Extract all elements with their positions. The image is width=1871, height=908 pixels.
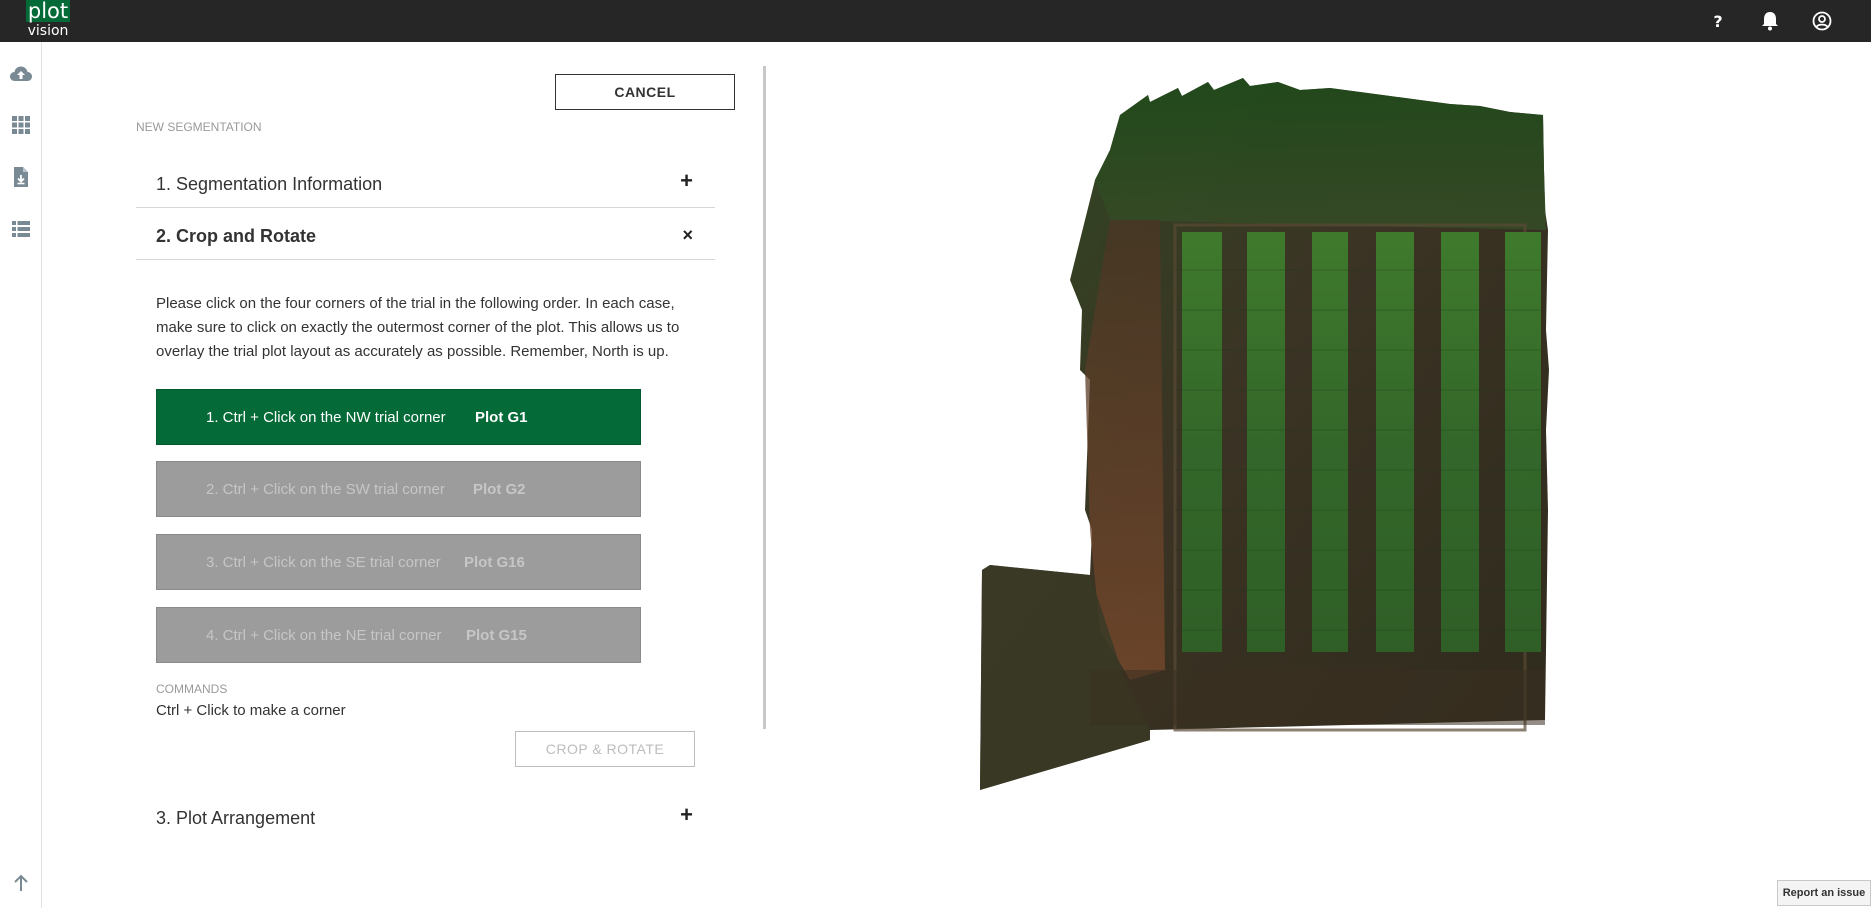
section-title: 3. Plot Arrangement [156, 808, 316, 828]
page-subtitle: NEW SEGMENTATION [136, 120, 262, 134]
crop-rotate-button[interactable]: CROP & ROTATE [515, 731, 695, 767]
orthomosaic-map[interactable] [960, 70, 1740, 810]
section-title: 2. Crop and Rotate [156, 226, 317, 246]
question-mark-icon[interactable]: ? [1706, 9, 1730, 33]
arrow-up-icon[interactable] [8, 870, 34, 896]
section-crop-and-rotate[interactable]: 2. Crop and Rotate × [136, 208, 715, 260]
logo-text-vision: vision [27, 23, 69, 39]
corner-step-label: 3. Ctrl + Click on the SE trial corner [206, 554, 441, 571]
corner-plot-label: Plot G2 [473, 481, 526, 498]
expand-icon[interactable]: + [680, 170, 693, 192]
panel-scrollbar[interactable] [763, 66, 766, 729]
expand-icon[interactable]: + [680, 804, 693, 826]
commands-text: Ctrl + Click to make a corner [156, 702, 346, 719]
crop-instructions: Please click on the four corners of the … [156, 295, 680, 360]
corner-ne-button[interactable]: 4. Ctrl + Click on the NE trial corner P… [156, 607, 641, 663]
corner-se-button[interactable]: 3. Ctrl + Click on the SE trial corner P… [156, 534, 641, 590]
corner-step-label: 2. Ctrl + Click on the SW trial corner [206, 481, 445, 498]
field-image [980, 78, 1549, 790]
logo-text-plot: plot [26, 0, 70, 23]
corner-plot-label: Plot G1 [475, 409, 528, 426]
top-navbar: plot vision ? [0, 0, 1871, 42]
svg-text:?: ? [1713, 12, 1722, 30]
sidebar [0, 42, 42, 908]
corner-nw-button[interactable]: 1. Ctrl + Click on the NW trial corner P… [156, 389, 641, 445]
plotvision-logo[interactable]: plot vision [26, 0, 70, 40]
grid-icon[interactable] [8, 112, 34, 138]
corner-sw-button[interactable]: 2. Ctrl + Click on the SW trial corner P… [156, 461, 641, 517]
section-segmentation-information[interactable]: 1. Segmentation Information + [136, 156, 715, 208]
cloud-upload-icon[interactable] [8, 61, 34, 87]
corner-step-label: 1. Ctrl + Click on the NW trial corner [206, 409, 446, 426]
cancel-button[interactable]: CANCEL [555, 74, 735, 110]
corner-step-label: 4. Ctrl + Click on the NE trial corner [206, 627, 442, 644]
collapse-icon[interactable]: × [682, 224, 693, 246]
list-icon[interactable] [8, 216, 34, 242]
section-title: 1. Segmentation Information [156, 174, 383, 194]
commands-label: COMMANDS [156, 682, 228, 696]
corner-plot-label: Plot G16 [464, 554, 525, 571]
bell-icon[interactable] [1758, 9, 1782, 33]
file-download-icon[interactable] [8, 164, 34, 190]
section-plot-arrangement[interactable]: 3. Plot Arrangement + [156, 796, 715, 848]
corner-plot-label: Plot G15 [466, 627, 527, 644]
report-issue-button[interactable]: Report an issue [1777, 880, 1871, 906]
user-circle-icon[interactable] [1810, 9, 1834, 33]
